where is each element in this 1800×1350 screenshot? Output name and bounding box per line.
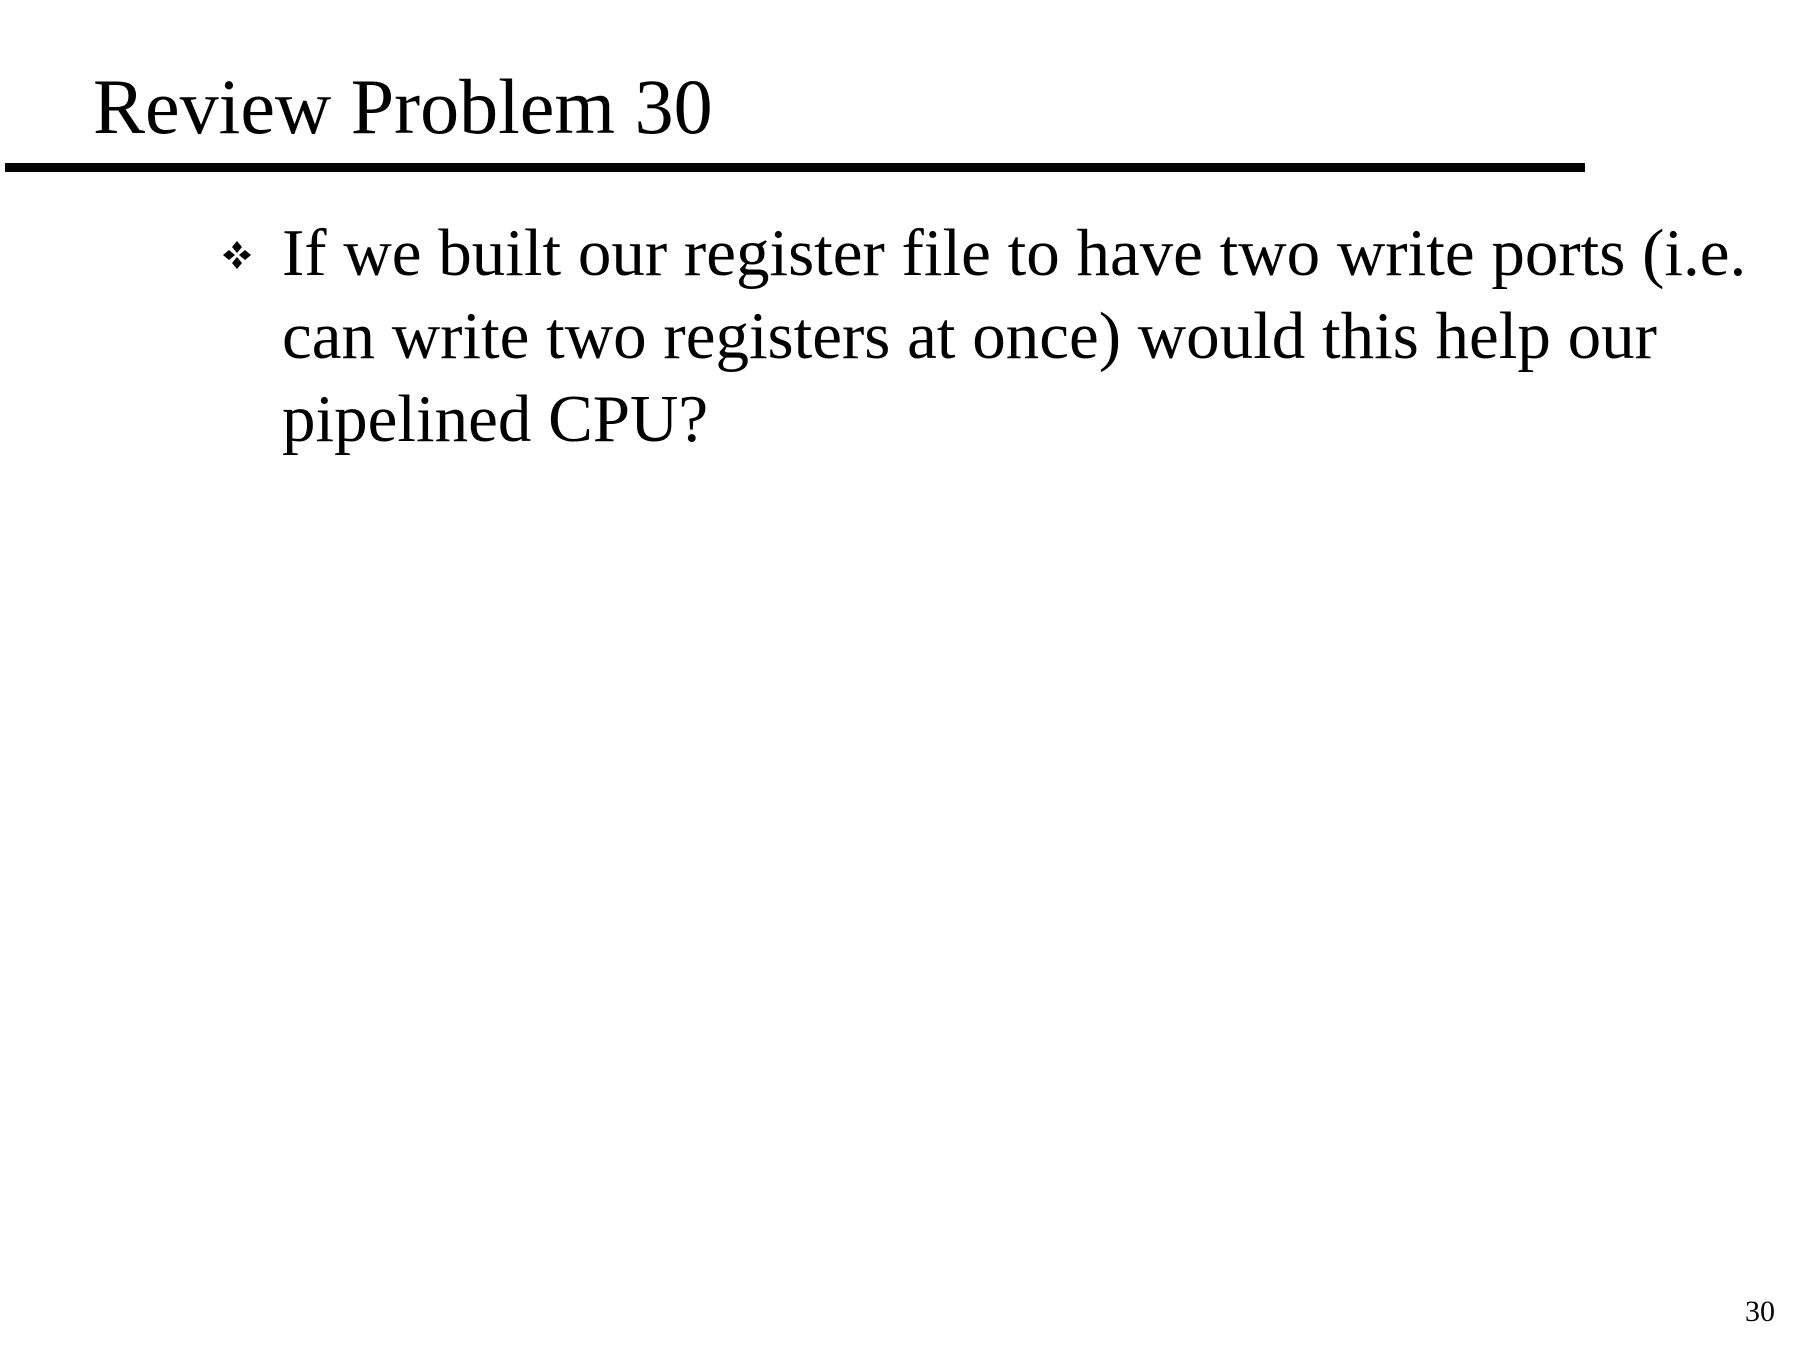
title-underline [5,163,1585,172]
bullet-item: If we built our register file to have tw… [208,212,1768,461]
bullet-list: If we built our register file to have tw… [208,212,1768,461]
slide-title: Review Problem 30 [93,63,713,150]
diamond-bullet-icon [223,241,251,269]
bullet-text: If we built our register file to have tw… [282,216,1747,456]
slide: Review Problem 30 If we built our regist… [0,0,1800,1350]
page-number: 30 [1745,1295,1775,1328]
